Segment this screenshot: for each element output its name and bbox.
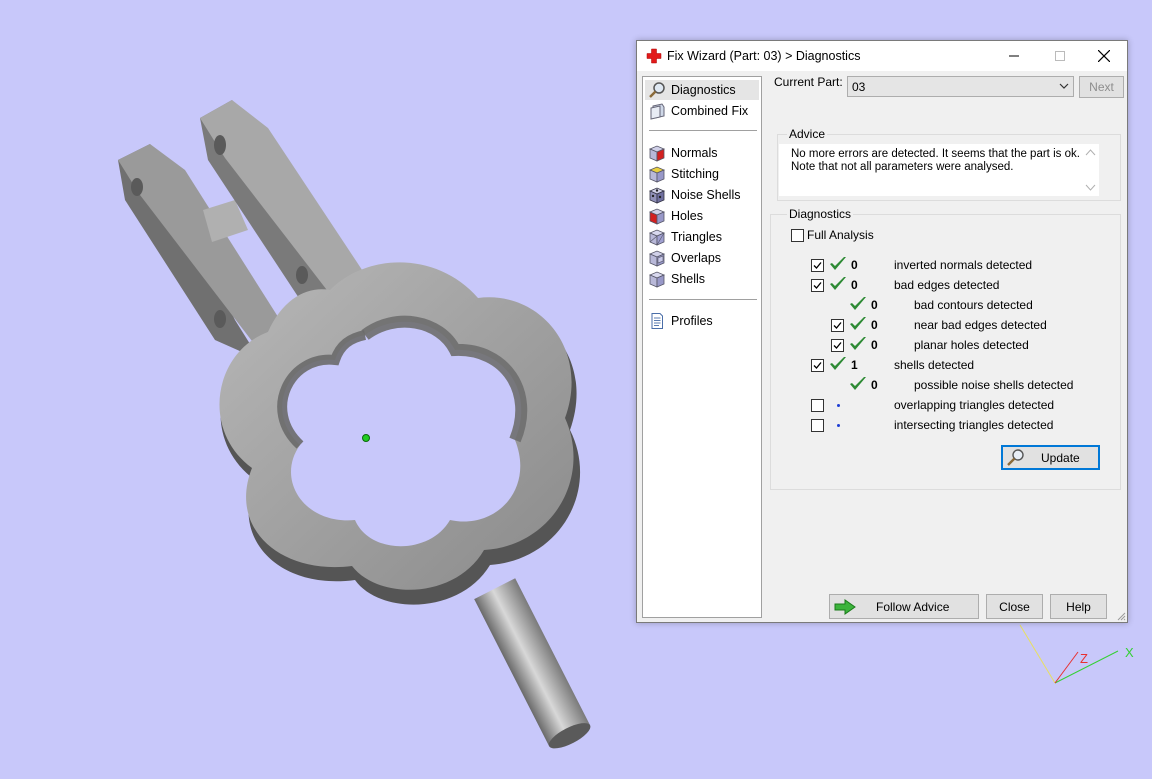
nav-item-shells[interactable]: Shells <box>645 269 759 289</box>
minimize-button[interactable] <box>991 41 1037 71</box>
noise-shells-count: 0 <box>871 378 878 392</box>
rotation-center-marker <box>362 434 370 442</box>
not-analysed-dot-icon <box>837 404 840 407</box>
bad-edges-label: bad edges detected <box>894 278 1000 292</box>
inverted-normals-count: 0 <box>851 258 858 272</box>
full-analysis-label: Full Analysis <box>807 228 874 242</box>
window-close-button[interactable] <box>1081 41 1127 71</box>
overlapping-triangles-label: overlapping triangles detected <box>894 398 1055 412</box>
dialog-title: Fix Wizard (Part: 03) > Diagnostics <box>667 49 861 63</box>
shells-label: shells detected <box>894 358 975 372</box>
checkmark-icon <box>813 282 822 289</box>
normals-cube-icon <box>648 145 666 162</box>
holes-cube-icon <box>648 208 666 225</box>
advice-line-2: Note that not all parameters were analys… <box>791 161 1014 173</box>
nav-item-holes[interactable]: Holes <box>645 206 759 226</box>
noise-shells-cube-icon <box>648 187 666 204</box>
x-axis-label: X <box>1125 645 1134 660</box>
fix-wizard-dialog: Fix Wizard (Part: 03) > Diagnostics Diag… <box>636 40 1128 623</box>
help-button[interactable]: Help <box>1050 594 1107 619</box>
resize-grip-icon[interactable] <box>1116 611 1126 621</box>
near-bad-edges-count: 0 <box>871 318 878 332</box>
z-axis-label: Z <box>1080 651 1088 666</box>
advice-text-box: No more errors are detected. It seems th… <box>779 144 1099 196</box>
nav-separator <box>649 299 757 300</box>
advice-group-title: Advice <box>787 127 828 141</box>
close-icon <box>1098 50 1110 62</box>
ok-check-icon <box>830 257 846 270</box>
stitching-cube-icon <box>648 166 666 183</box>
intersecting-triangles-checkbox[interactable] <box>811 419 824 432</box>
planar-holes-label: planar holes detected <box>914 338 1029 352</box>
current-part-select[interactable]: 03 <box>847 76 1074 97</box>
nav-item-normals[interactable]: Normals <box>645 143 759 163</box>
current-part-label: Current Part: <box>774 75 843 89</box>
nav-item-noise-shells[interactable]: Noise Shells <box>645 185 759 205</box>
ok-check-icon <box>850 317 866 330</box>
ok-check-icon <box>850 337 866 350</box>
minimize-icon <box>1009 55 1019 57</box>
nav-item-triangles[interactable]: Triangles <box>645 227 759 247</box>
magnifier-icon <box>1007 448 1024 466</box>
current-part-value: 03 <box>852 80 866 94</box>
ok-check-icon <box>850 297 866 310</box>
maximize-button[interactable] <box>1037 41 1083 71</box>
inverted-normals-label: inverted normals detected <box>894 258 1033 272</box>
nav-item-combined-fix[interactable]: Combined Fix <box>645 101 759 121</box>
bad-edges-count: 0 <box>851 278 858 292</box>
nav-separator <box>649 130 757 131</box>
shells-cube-icon <box>648 271 666 288</box>
nav-item-profiles[interactable]: Profiles <box>645 311 759 331</box>
nav-item-stitching[interactable]: Stitching <box>645 164 759 184</box>
triangles-cube-icon <box>648 229 666 246</box>
noise-shells-label: possible noise shells detected <box>914 378 1074 392</box>
scroll-down-icon <box>1085 184 1096 191</box>
advice-scrollbar[interactable] <box>1082 144 1099 196</box>
next-button[interactable]: Next <box>1079 76 1124 98</box>
ok-check-icon <box>850 377 866 390</box>
follow-advice-button[interactable]: Follow Advice <box>829 594 979 619</box>
magnifier-icon <box>649 82 665 98</box>
full-analysis-checkbox[interactable] <box>791 229 804 242</box>
checkmark-icon <box>813 362 822 369</box>
bad-contours-label: bad contours detected <box>914 298 1033 312</box>
planar-holes-checkbox[interactable] <box>831 339 844 352</box>
title-bar[interactable]: Fix Wizard (Part: 03) > Diagnostics <box>637 41 1127 71</box>
wizard-nav-panel: Diagnostics Combined Fix Normals Stitchi… <box>642 76 762 618</box>
shells-count: 1 <box>851 358 858 372</box>
green-arrow-right-icon <box>834 598 856 615</box>
combined-fix-icon <box>650 103 665 120</box>
checkmark-icon <box>833 342 842 349</box>
shells-checkbox[interactable] <box>811 359 824 372</box>
checkmark-icon <box>813 262 822 269</box>
bad-edges-checkbox[interactable] <box>811 279 824 292</box>
red-cross-icon <box>646 48 662 64</box>
axis-triad <box>1019 624 1119 684</box>
overlaps-cube-icon <box>648 250 666 267</box>
update-button-label: Update <box>1041 450 1080 465</box>
close-button[interactable]: Close <box>986 594 1043 619</box>
near-bad-edges-checkbox[interactable] <box>831 319 844 332</box>
ok-check-icon <box>830 357 846 370</box>
chevron-down-icon <box>1059 83 1069 89</box>
nav-item-diagnostics[interactable]: Diagnostics <box>645 80 759 100</box>
ok-check-icon <box>830 277 846 290</box>
scroll-up-icon <box>1085 149 1096 156</box>
part-model <box>118 100 591 749</box>
near-bad-edges-label: near bad edges detected <box>914 318 1047 332</box>
planar-holes-count: 0 <box>871 338 878 352</box>
document-icon <box>651 313 663 329</box>
nav-item-overlaps[interactable]: Overlaps <box>645 248 759 268</box>
advice-line-1: No more errors are detected. It seems th… <box>791 148 1080 160</box>
intersecting-triangles-label: intersecting triangles detected <box>894 418 1054 432</box>
inverted-normals-checkbox[interactable] <box>811 259 824 272</box>
diagnostics-group-title: Diagnostics <box>787 207 854 221</box>
follow-advice-label: Follow Advice <box>876 599 950 614</box>
not-analysed-dot-icon <box>837 424 840 427</box>
overlapping-triangles-checkbox[interactable] <box>811 399 824 412</box>
maximize-icon <box>1055 51 1065 61</box>
update-button[interactable]: Update <box>1001 445 1100 470</box>
bad-contours-count: 0 <box>871 298 878 312</box>
checkmark-icon <box>833 322 842 329</box>
